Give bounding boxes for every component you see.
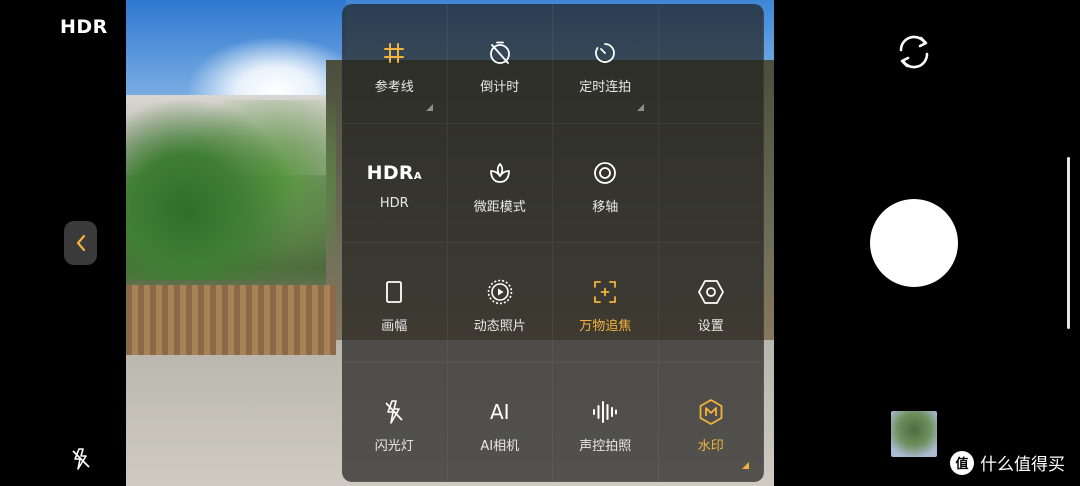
grid-hash-icon bbox=[384, 43, 405, 63]
setting-voice-shutter[interactable]: 声控拍照 bbox=[553, 362, 659, 482]
brand-text: 什么值得买 bbox=[980, 455, 1065, 475]
aspect-ratio-icon bbox=[386, 281, 403, 303]
tilt-shift-icon bbox=[594, 161, 617, 184]
setting-label: 万物追焦 bbox=[579, 319, 632, 334]
setting-empty-slot bbox=[658, 123, 764, 243]
setting-ai-camera[interactable]: AI AI相机 bbox=[447, 362, 553, 482]
collapse-panel-button[interactable] bbox=[64, 221, 97, 265]
source-watermark: 值 什么值得买 bbox=[950, 450, 1065, 475]
macro-flower-icon bbox=[489, 162, 510, 183]
setting-focus-tracking[interactable]: 万物追焦 bbox=[553, 243, 659, 363]
settings-hexagon-icon bbox=[697, 280, 724, 304]
setting-empty-slot bbox=[658, 4, 764, 124]
flash-off-icon bbox=[385, 399, 403, 424]
live-photo-icon bbox=[487, 279, 513, 305]
submenu-indicator-icon bbox=[636, 103, 644, 111]
chevron-left-icon bbox=[76, 234, 85, 252]
setting-label: 参考线 bbox=[374, 80, 414, 95]
viewfinder-planter bbox=[126, 285, 336, 355]
setting-aspect-ratio[interactable]: 画幅 bbox=[342, 243, 448, 363]
camera-settings-panel: 参考线 倒计时 定时连拍 HDRA HDR 微距模式 移轴 画幅 动态照片 万物… bbox=[342, 4, 764, 482]
setting-live-photo[interactable]: 动态照片 bbox=[447, 243, 553, 363]
switch-camera-icon[interactable] bbox=[893, 30, 935, 74]
submenu-indicator-icon bbox=[742, 462, 749, 469]
setting-label: 倒计时 bbox=[480, 80, 520, 95]
setting-gridlines[interactable]: 参考线 bbox=[342, 4, 448, 124]
shutter-button[interactable] bbox=[870, 199, 958, 287]
submenu-indicator-icon bbox=[425, 103, 433, 111]
setting-label: 定时连拍 bbox=[579, 80, 632, 95]
setting-label: 闪光灯 bbox=[374, 438, 414, 454]
interval-timer-icon bbox=[595, 43, 616, 63]
zoom-slider-track[interactable] bbox=[1067, 157, 1070, 329]
setting-label: 动态照片 bbox=[473, 319, 526, 334]
setting-flash[interactable]: 闪光灯 bbox=[342, 362, 448, 482]
setting-tilt-shift[interactable]: 移轴 bbox=[553, 123, 659, 243]
left-control-bar bbox=[0, 0, 126, 486]
timer-off-icon bbox=[489, 41, 510, 64]
setting-settings[interactable]: 设置 bbox=[658, 243, 764, 363]
hdr-auto-icon: HDRA bbox=[366, 161, 422, 184]
settings-grid: 参考线 倒计时 定时连拍 HDRA HDR 微距模式 移轴 画幅 动态照片 万物… bbox=[342, 4, 764, 482]
setting-label: HDR bbox=[379, 195, 409, 211]
setting-label: 声控拍照 bbox=[579, 438, 632, 454]
flash-off-icon[interactable] bbox=[70, 447, 92, 471]
focus-track-icon bbox=[594, 281, 617, 303]
voice-wave-icon bbox=[593, 400, 618, 423]
gallery-thumbnail[interactable] bbox=[891, 411, 937, 457]
setting-label: 移轴 bbox=[592, 199, 619, 215]
setting-label: 设置 bbox=[697, 319, 724, 334]
setting-label: 画幅 bbox=[381, 319, 408, 334]
viewfinder-trees bbox=[126, 100, 336, 280]
ai-camera-icon: AI bbox=[489, 399, 510, 424]
setting-hdr[interactable]: HDRA HDR bbox=[342, 123, 448, 243]
setting-label: 水印 bbox=[697, 438, 724, 454]
setting-label: AI相机 bbox=[480, 438, 520, 454]
setting-watermark[interactable]: 水印 bbox=[658, 362, 764, 482]
watermark-m-icon bbox=[699, 398, 723, 425]
setting-macro[interactable]: 微距模式 bbox=[447, 123, 553, 243]
hdr-toggle[interactable]: HDR bbox=[60, 16, 108, 38]
setting-interval-shot[interactable]: 定时连拍 bbox=[553, 4, 659, 124]
setting-countdown[interactable]: 倒计时 bbox=[447, 4, 553, 124]
brand-logo-icon: 值 bbox=[950, 450, 974, 475]
setting-label: 微距模式 bbox=[473, 199, 526, 215]
